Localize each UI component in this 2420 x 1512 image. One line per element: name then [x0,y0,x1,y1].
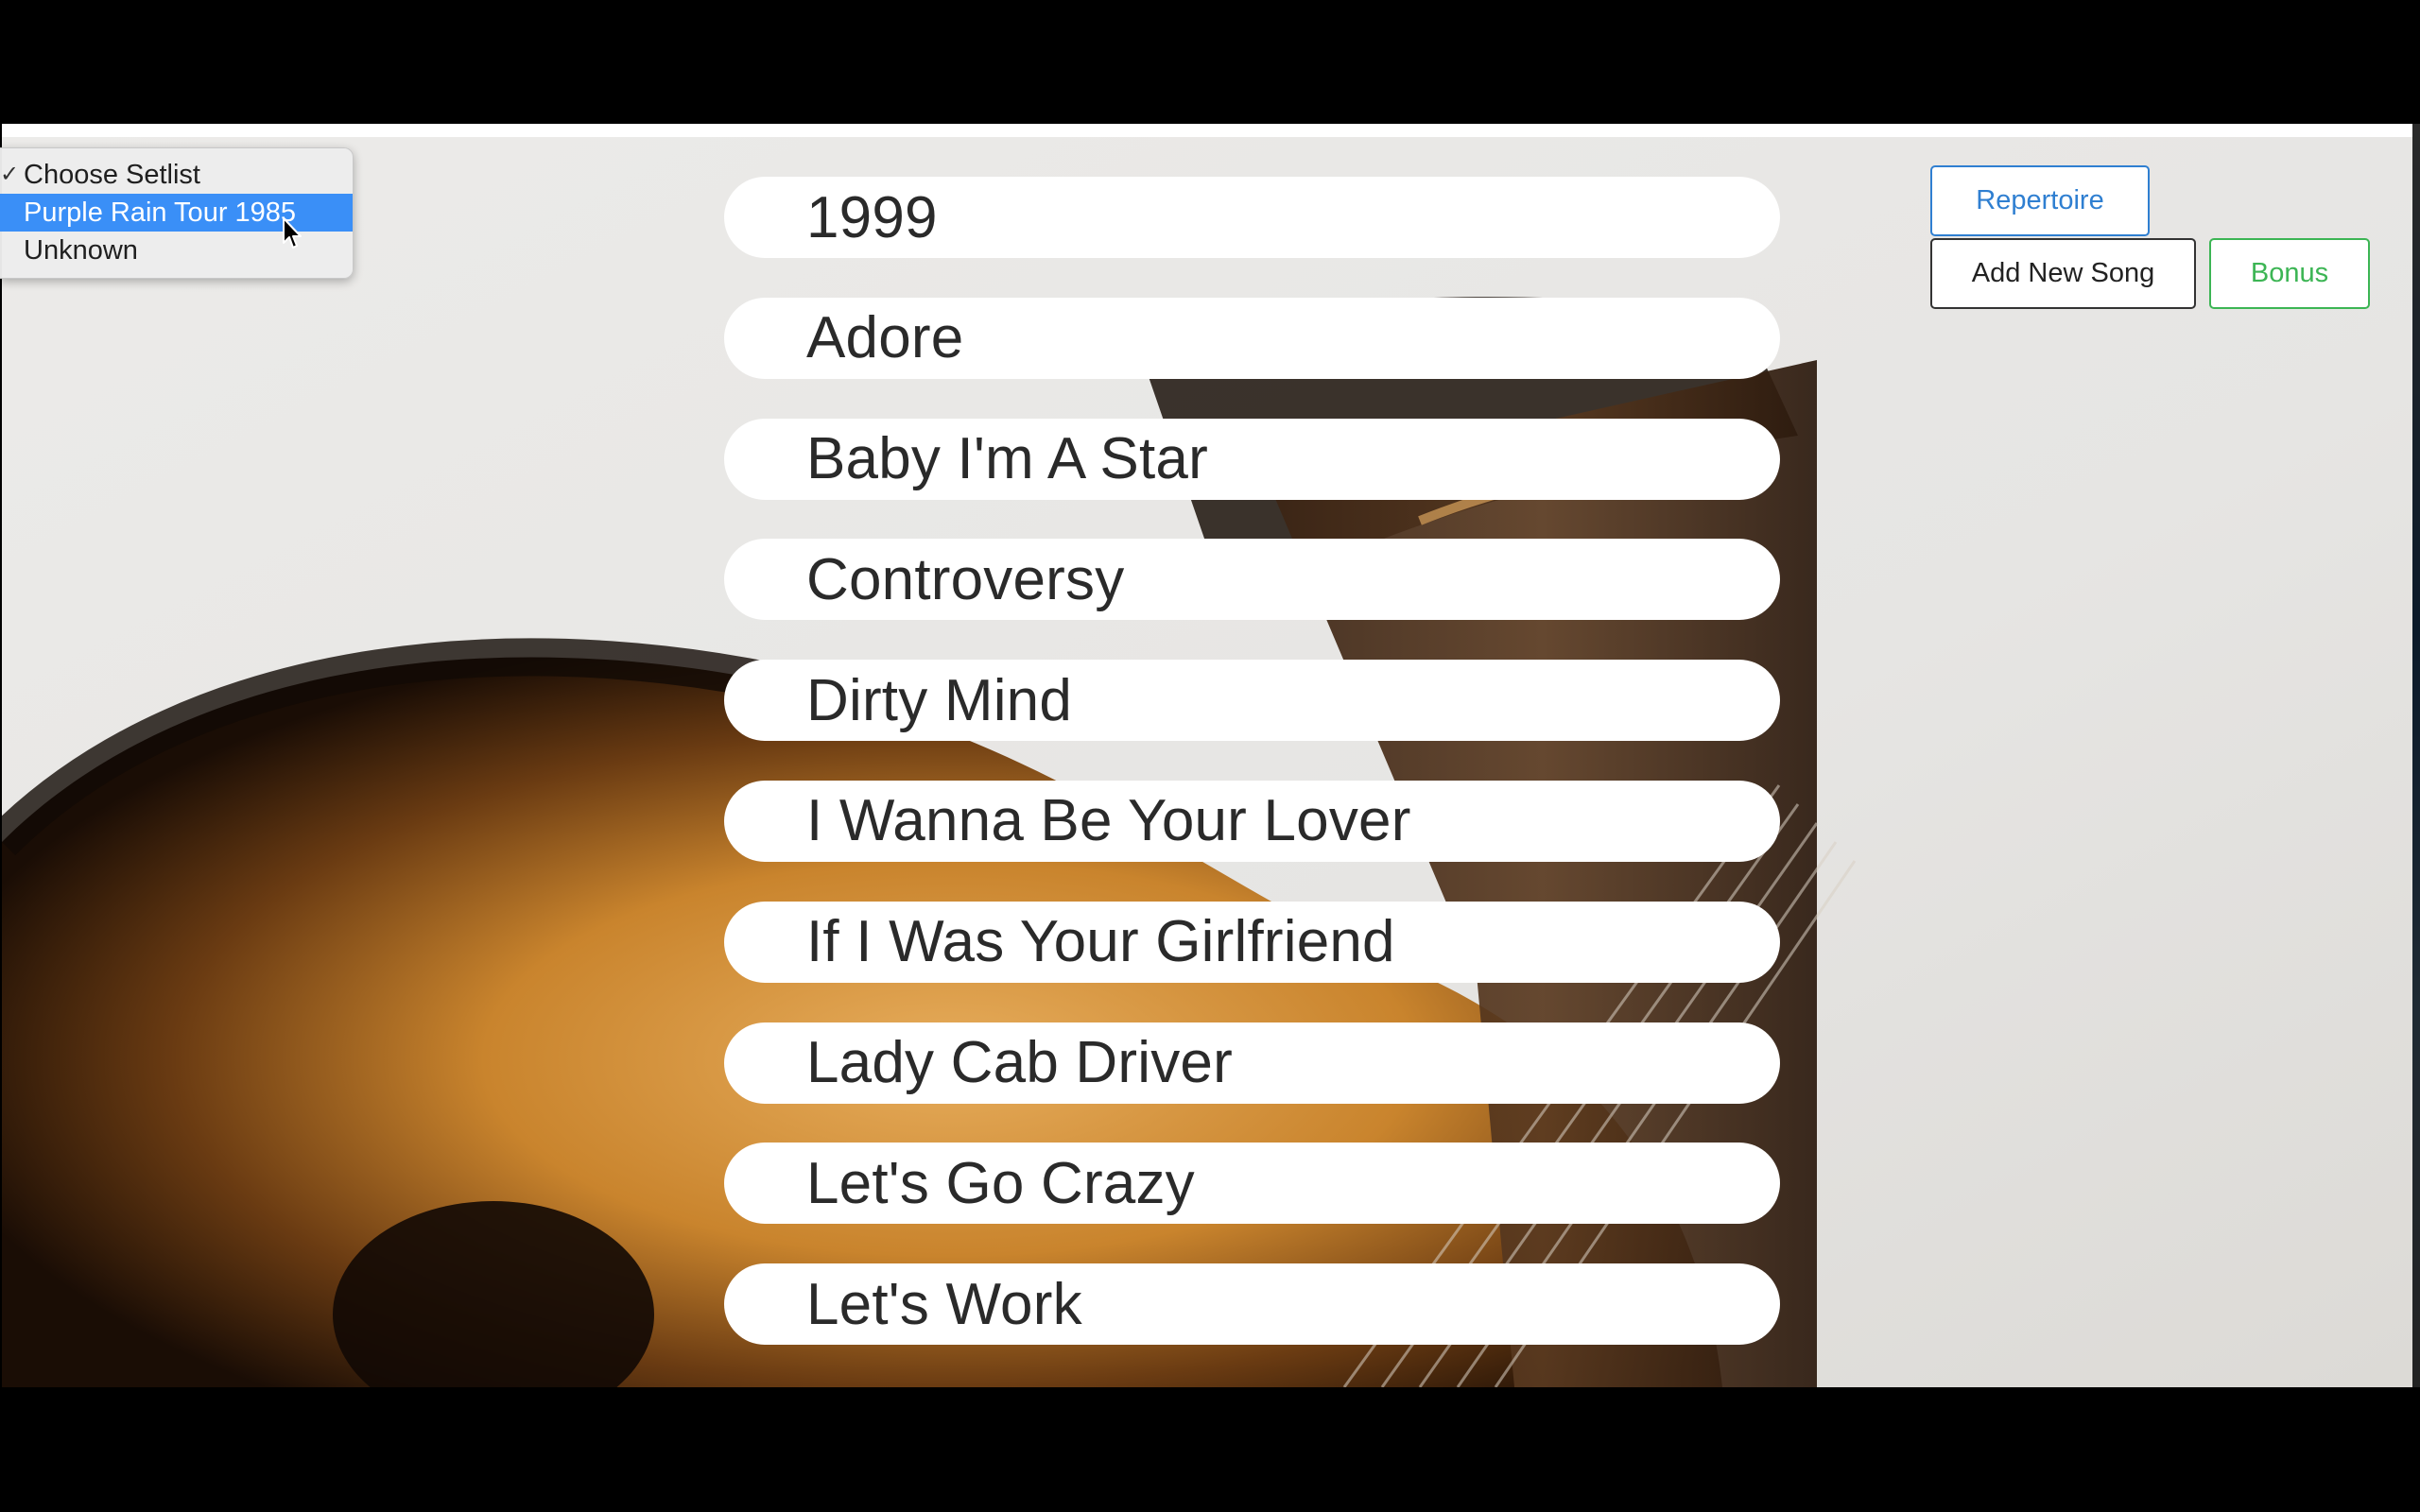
song-item[interactable]: Let's Go Crazy [724,1143,1780,1225]
add-new-song-button[interactable]: Add New Song [1930,238,2196,309]
repertoire-button[interactable]: Repertoire [1930,165,2150,236]
song-item[interactable]: Baby I'm A Star [724,418,1780,500]
song-list: 1999 Adore Baby I'm A Star Controversy D… [724,177,1780,1384]
bonus-button[interactable]: Bonus [2209,238,2370,309]
setlist-dropdown-menu[interactable]: ✓ Choose Setlist Purple Rain Tour 1985 U… [0,147,354,279]
top-border [2,124,2412,137]
setlist-option-choose[interactable]: ✓ Choose Setlist [0,156,353,194]
window-edge [2412,124,2420,1387]
song-item[interactable]: Controversy [724,539,1780,621]
mouse-cursor-icon [283,217,302,249]
checkmark-icon: ✓ [0,162,20,187]
song-item[interactable]: I Wanna Be Your Lover [724,780,1780,862]
song-item[interactable]: Lady Cab Driver [724,1022,1780,1104]
setlist-option-label: Purple Rain Tour 1985 [24,198,297,228]
setlist-option-label: Unknown [24,235,138,266]
screen: ✓ Choose Setlist Purple Rain Tour 1985 U… [0,0,2420,1512]
song-item[interactable]: Adore [724,297,1780,379]
song-item[interactable]: 1999 [724,177,1780,258]
song-item[interactable]: If I Was Your Girlfriend [724,901,1780,983]
song-item[interactable]: Let's Work [724,1263,1780,1346]
song-item[interactable]: Dirty Mind [724,660,1780,742]
setlist-option-label: Choose Setlist [24,160,200,190]
